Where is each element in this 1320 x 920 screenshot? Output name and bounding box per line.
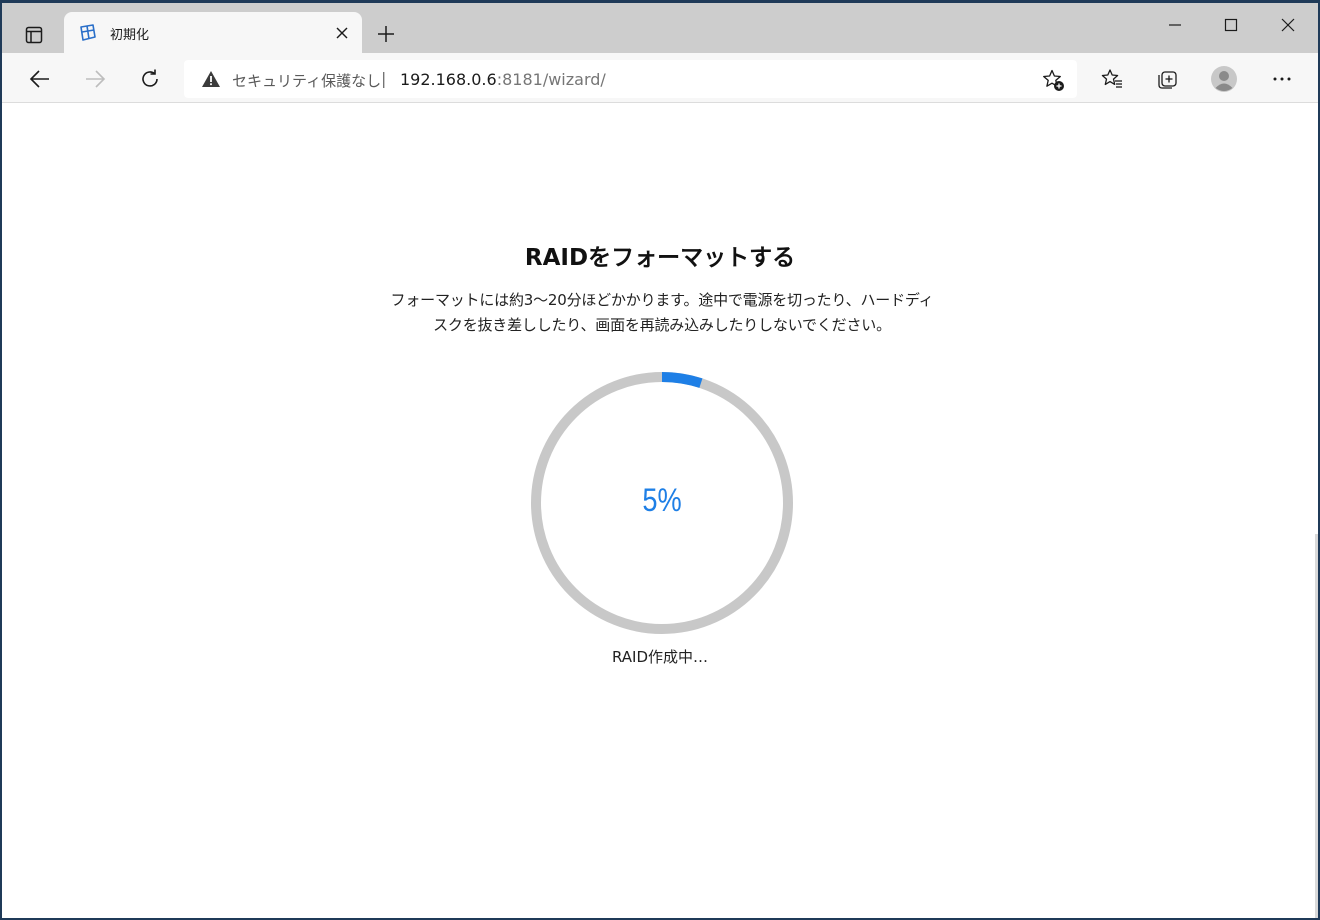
warning-icon	[202, 71, 220, 87]
address-separator: |	[381, 69, 387, 88]
close-icon	[336, 27, 348, 39]
star-plus-icon[interactable]	[1041, 68, 1065, 92]
tab-close-button[interactable]	[332, 23, 352, 43]
wizard-favicon-icon	[80, 24, 96, 41]
more-icon	[1273, 77, 1291, 81]
browser-toolbar: セキュリティ保護なし | 192.168.0.6:8181/wizard/	[2, 53, 1318, 103]
tab-active[interactable]: 初期化	[64, 12, 362, 54]
tab-actions-icon	[25, 26, 43, 44]
maximize-icon	[1224, 18, 1238, 32]
profile-avatar-icon	[1211, 66, 1237, 92]
refresh-button[interactable]	[133, 62, 167, 96]
progress-percent: 5%	[642, 482, 682, 518]
url-host: 192.168.0.6	[400, 70, 497, 89]
profile-button[interactable]	[1207, 62, 1241, 96]
collections-icon	[1158, 71, 1177, 89]
maximize-button[interactable]	[1208, 9, 1254, 41]
minimize-icon	[1169, 24, 1181, 26]
favorites-icon	[1101, 69, 1122, 88]
favorites-button[interactable]	[1095, 62, 1129, 96]
page-title: RAIDをフォーマットする	[524, 245, 796, 271]
url-path: :8181/wizard/	[496, 70, 606, 89]
description-line-1: フォーマットには約3～20分ほどかかります。途中で電源を切ったり、ハードディ	[390, 291, 934, 309]
forward-arrow-icon	[86, 70, 106, 88]
browser-window: 初期化 セキュリティ保護なし | 192.168.0.6:8181/wizard…	[0, 0, 1320, 920]
scrollbar-track[interactable]	[1315, 534, 1318, 918]
settings-menu-button[interactable]	[1265, 62, 1299, 96]
back-arrow-icon	[29, 70, 49, 88]
progress-status: RAID作成中…	[611, 648, 709, 666]
tab-strip: 初期化	[2, 3, 1318, 54]
tab-title: 初期化	[110, 28, 150, 43]
forward-button[interactable]	[78, 62, 112, 96]
refresh-icon	[142, 69, 158, 87]
close-icon	[1281, 18, 1295, 32]
collections-button[interactable]	[1151, 62, 1185, 96]
new-tab-button[interactable]	[372, 20, 400, 48]
format-description: フォーマットには約3～20分ほどかかります。途中で電源を切ったり、ハードディ ス…	[357, 288, 967, 338]
plus-icon	[378, 26, 394, 42]
back-button[interactable]	[23, 62, 57, 96]
address-bar[interactable]: セキュリティ保護なし | 192.168.0.6:8181/wizard/	[184, 60, 1077, 98]
description-line-2: スクを抜き差ししたり、画面を再読み込みしたりしないでください。	[433, 316, 891, 334]
tab-actions-button[interactable]	[12, 19, 56, 51]
page-content: RAIDをフォーマットする フォーマットには約3～20分ほどかかります。途中で電…	[2, 104, 1318, 918]
address-url[interactable]: 192.168.0.6:8181/wizard/	[400, 70, 606, 89]
minimize-button[interactable]	[1152, 9, 1198, 41]
security-status-label[interactable]: セキュリティ保護なし	[232, 70, 381, 91]
close-window-button[interactable]	[1265, 9, 1311, 41]
